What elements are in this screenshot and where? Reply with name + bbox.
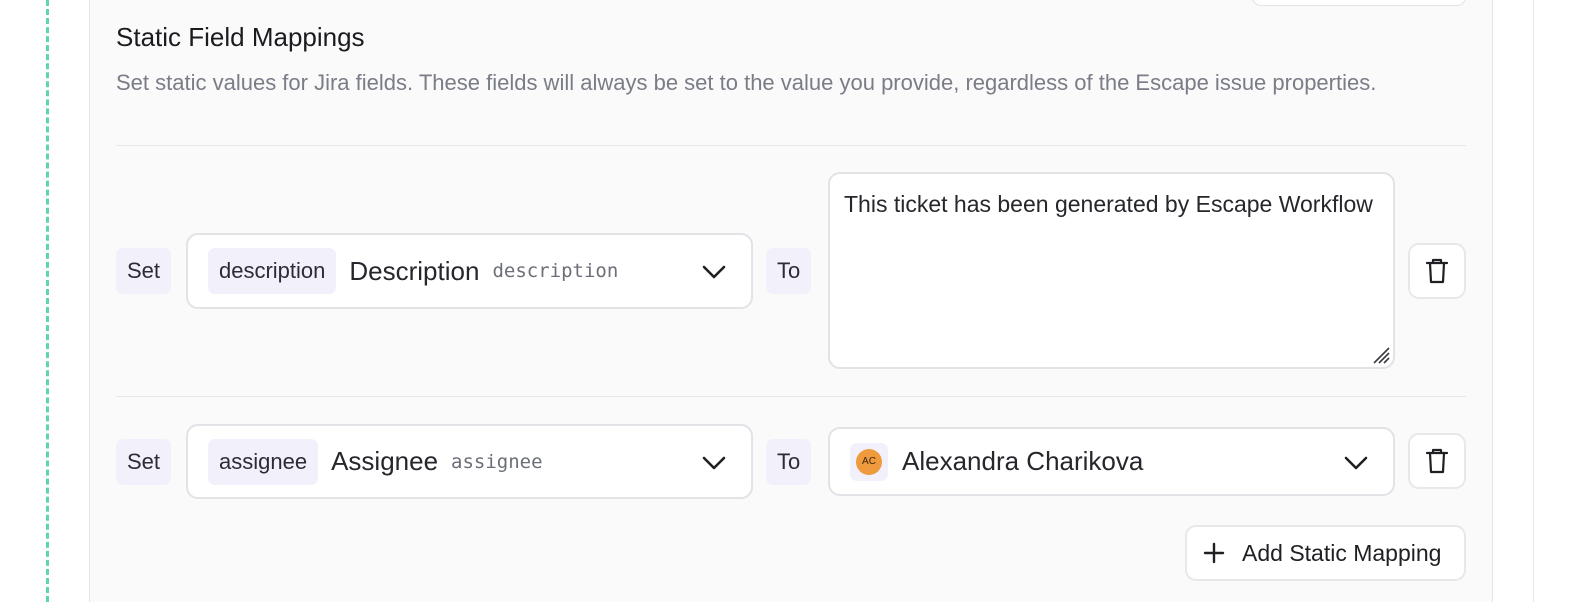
divider: [116, 396, 1466, 397]
assignee-user-select[interactable]: AC Alexandra Charikova: [828, 427, 1395, 496]
divider: [116, 145, 1466, 146]
field-select-assignee[interactable]: assignee Assignee assignee: [186, 424, 753, 499]
set-label: Set: [116, 248, 172, 294]
field-name: Assignee: [331, 446, 439, 476]
field-chip: assignee: [208, 438, 319, 485]
to-label: To: [766, 248, 812, 294]
avatar-initials: AC: [856, 448, 882, 475]
resize-handle-icon[interactable]: [1370, 344, 1390, 364]
trash-icon: [1425, 448, 1449, 474]
avatar: AC: [850, 442, 888, 481]
set-label: Set: [116, 439, 172, 485]
chevron-down-icon: [1344, 456, 1368, 469]
field-key: description: [492, 260, 619, 282]
section-description: Set static values for Jira fields. These…: [116, 70, 1377, 95]
field-key: assignee: [451, 450, 543, 473]
add-static-mapping-button[interactable]: Add Static Mapping: [1185, 525, 1466, 581]
to-label: To: [766, 439, 812, 485]
field-select-description[interactable]: description Description description: [186, 233, 753, 309]
panel-outer-border: [1533, 0, 1534, 602]
add-static-mapping-label: Add Static Mapping: [1242, 539, 1442, 566]
partial-control-above[interactable]: [1252, 0, 1466, 6]
value-textarea[interactable]: This ticket has been generated by Escape…: [828, 172, 1395, 369]
chevron-down-icon: [702, 265, 726, 279]
field-name: Description: [349, 255, 480, 286]
assignee-name: Alexandra Charikova: [902, 446, 1144, 476]
timeline-dashed-line: [46, 0, 49, 602]
delete-mapping-button[interactable]: [1408, 433, 1466, 489]
value-text: This ticket has been generated by Escape…: [844, 191, 1373, 217]
delete-mapping-button[interactable]: [1408, 243, 1466, 299]
field-chip: description: [208, 248, 337, 294]
chevron-down-icon: [702, 456, 726, 469]
trash-icon: [1425, 258, 1449, 284]
plus-icon: [1203, 542, 1225, 564]
section-title: Static Field Mappings: [116, 22, 365, 52]
